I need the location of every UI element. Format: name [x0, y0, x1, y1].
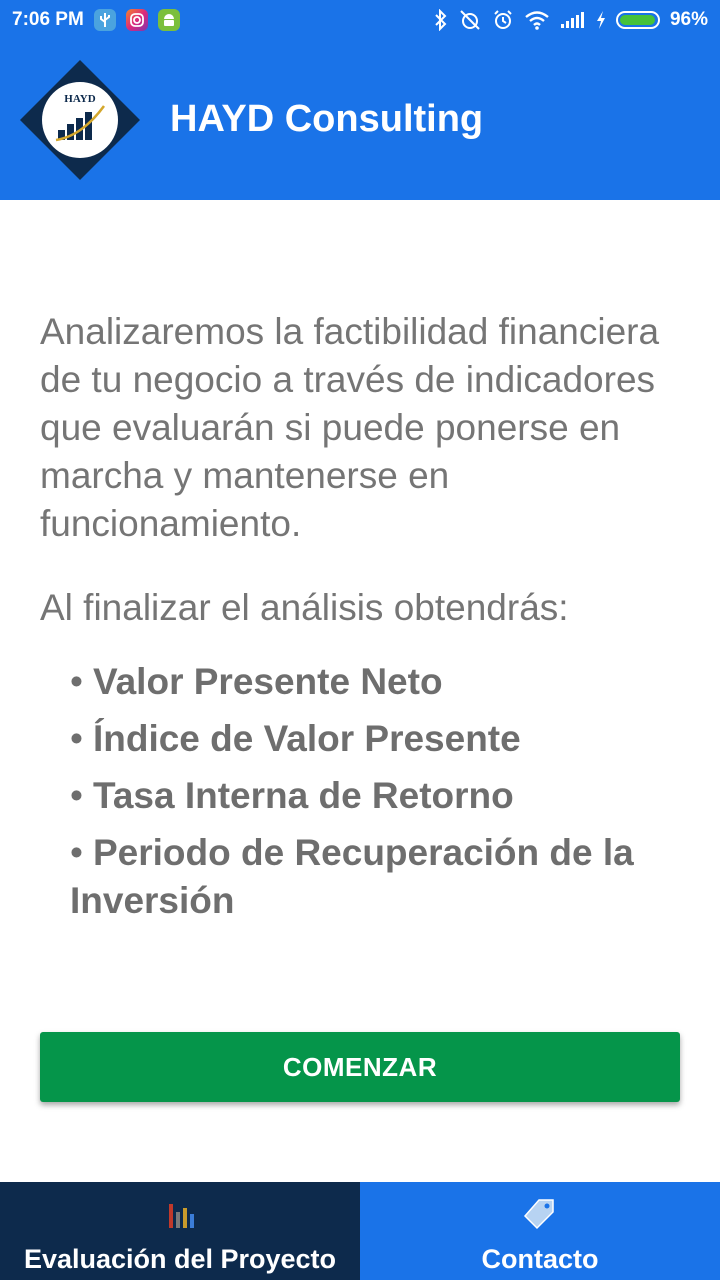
bottom-nav: Evaluación del Proyecto Contacto: [0, 1182, 720, 1280]
bluetooth-icon: [434, 9, 448, 31]
status-bar: 7:06 PM 96%: [0, 0, 720, 40]
bar-chart-icon: [169, 1204, 194, 1228]
bullet: •: [70, 661, 83, 702]
benefit-label: Índice de Valor Presente: [92, 718, 521, 759]
benefit-label: Periodo de Recuperación de la Inversión: [70, 832, 634, 921]
instagram-icon: [125, 9, 148, 31]
tab-evaluacion-proyecto[interactable]: Evaluación del Proyecto: [0, 1182, 360, 1280]
tag-icon: [523, 1199, 554, 1230]
status-time: 7:06 PM: [12, 9, 84, 30]
alarm-icon: [492, 9, 514, 31]
android-icon: [157, 9, 180, 31]
benefit-label: Tasa Interna de Retorno: [92, 775, 514, 816]
benefit-item: • Índice de Valor Presente: [70, 715, 690, 763]
charging-icon: [596, 10, 606, 30]
status-bar-right: 96%: [434, 9, 708, 31]
app-bar: HAYD HAYD Consulting: [0, 40, 720, 200]
tab-label: Contacto: [481, 1244, 599, 1274]
battery-icon: [615, 11, 660, 29]
benefit-item: • Tasa Interna de Retorno: [70, 772, 690, 820]
start-button[interactable]: COMENZAR: [40, 1032, 680, 1102]
logo-text: HAYD: [64, 93, 95, 105]
tab-contacto[interactable]: Contacto: [360, 1182, 720, 1280]
bullet: •: [70, 775, 83, 816]
wifi-icon: [524, 10, 550, 30]
hayd-logo: HAYD: [20, 60, 140, 180]
main-content: Analizaremos la factibilidad financiera …: [40, 308, 690, 934]
benefit-label: Valor Presente Neto: [92, 661, 443, 702]
benefit-item: • Periodo de Recuperación de la Inversión: [70, 829, 690, 925]
bullet: •: [70, 832, 83, 873]
intro-text: Analizaremos la factibilidad financiera …: [40, 311, 660, 544]
results-heading: Al finalizar el análisis obtendrás:: [40, 587, 569, 628]
status-bar-left: 7:06 PM: [12, 9, 180, 31]
benefit-item: • Valor Presente Neto: [70, 658, 690, 706]
benefits-list: • Valor Presente Neto • Índice de Valor Pr…: [40, 658, 690, 925]
usb-icon: [93, 9, 116, 31]
app-title: HAYD Consulting: [170, 98, 484, 140]
alarm-off-icon: [458, 9, 482, 31]
bullet: •: [70, 718, 83, 759]
signal-icon: [560, 11, 586, 29]
tab-label: Evaluación del Proyecto: [23, 1244, 337, 1274]
battery-percent: 96%: [669, 9, 708, 30]
battery-level: [619, 15, 655, 25]
